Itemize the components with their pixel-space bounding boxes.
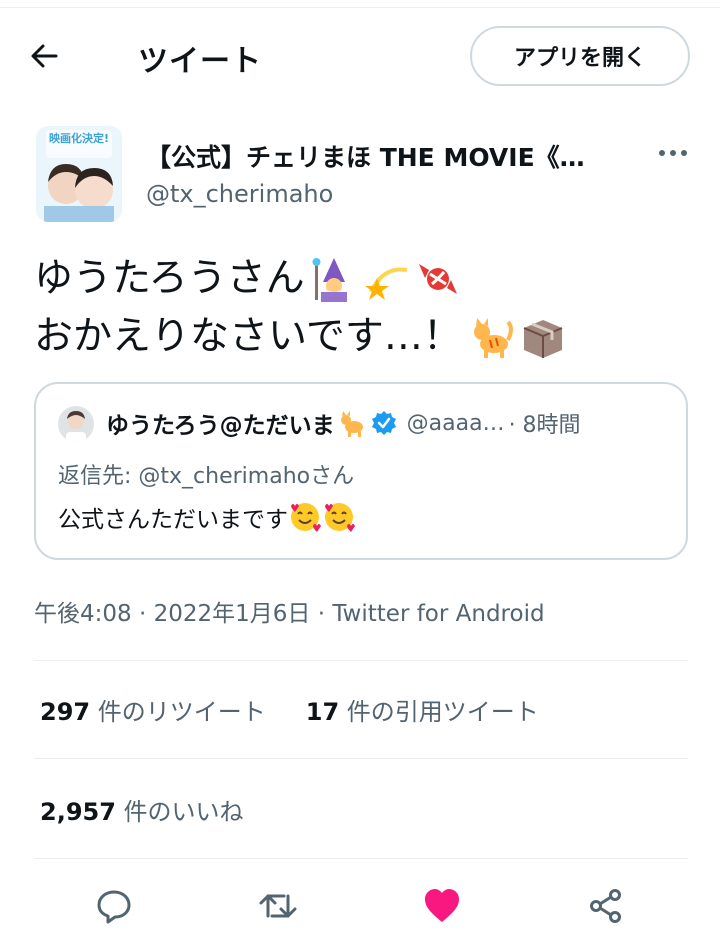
quoted-tweet-time: · 8時間 [508,413,581,438]
dizzy-star-icon [364,267,407,300]
cat-icon [340,411,363,437]
quoted-author-handle: @aaaa… [406,410,505,436]
page-title: ツイート [138,44,262,79]
quotes-stat[interactable]: 17 件の引用ツイート [306,692,539,727]
share-icon [590,889,621,923]
reply-to-suffix: さん [310,464,355,489]
tweet-line-1: ゆうたろうさん [34,250,694,308]
quotes-label: 件の引用ツイート [339,698,539,726]
cat-icon [473,318,513,358]
candy-icon [418,264,457,294]
likes-label: 件のいいね [115,798,244,826]
quoted-author-row: ゆうたろう@ただいま @aaaa… · 8時間 [106,406,581,440]
divider [34,758,688,759]
likes-count: 2,957 [40,798,116,826]
likes-stat[interactable]: 2,957 件のいいね [40,792,244,827]
retweet-icon [259,894,297,918]
author-handle[interactable]: @tx_cherimaho [146,180,333,208]
smiling-hearts-emoji-icon [291,503,321,532]
tweet-text: ゆうたろうさん おかえりなさいです…！ [34,250,694,366]
heart-icon [425,889,459,922]
reply-to-mention[interactable]: @tx_cherimaho [138,464,310,489]
quoted-tweet-text: 公式さんただいまです [58,507,288,533]
share-button[interactable] [582,882,630,930]
retweets-label: 件のリツイート [90,698,266,726]
dot [681,150,687,156]
open-app-button[interactable]: アプリを開く [470,26,690,86]
wizard-emoji-icon [312,258,347,302]
smiling-hearts-emoji-icon [325,503,355,532]
reply-bubble-icon [97,890,131,924]
action-bar [0,876,720,936]
engagement-stats: 297 件のリツイート 17 件の引用ツイート [40,692,579,727]
more-options-button[interactable] [648,138,698,168]
quoted-tweet-card[interactable]: ゆうたろう@ただいま @aaaa… · 8時間 返信先: @tx_cherima… [34,382,688,560]
dot [670,150,676,156]
package-icon [523,320,563,358]
reply-to-prefix: 返信先: [58,464,139,489]
retweets-stat[interactable]: 297 件のリツイート [40,692,266,727]
like-button[interactable] [418,882,466,930]
header-bar: ツイート アプリを開く [0,14,720,96]
back-button[interactable] [22,34,66,78]
retweet-button[interactable] [254,882,302,930]
divider [34,660,688,661]
quoted-author-name[interactable]: ゆうたろう@ただいま [106,406,335,440]
reply-button[interactable] [90,882,138,930]
tweet-line-2: おかえりなさいです…！ [34,308,694,366]
tweet-line-1-text: ゆうたろうさん [34,256,305,301]
retweets-count: 297 [40,698,91,726]
divider [34,858,688,859]
verified-badge-icon [371,411,396,435]
reply-to-line: 返信先: @tx_cherimahoさん [58,458,354,490]
quoted-tweet-body: 公式さんただいまです [58,500,356,534]
dot [659,150,665,156]
top-edge [0,0,720,8]
quoted-author-avatar[interactable] [58,406,94,442]
author-name[interactable]: 【公式】チェリまほ THE MOVIE《… [146,138,616,174]
author-avatar[interactable]: 映画化決定! [36,126,122,222]
tweet-timestamp[interactable]: 午後4:08 · 2022年1月6日 · Twitter for Android [34,594,545,628]
svg-text:映画化決定!: 映画化決定! [49,131,109,145]
tweet-line-2-text: おかえりなさいです…！ [34,314,462,359]
quotes-count: 17 [305,698,340,726]
arrow-left-icon [31,44,58,68]
